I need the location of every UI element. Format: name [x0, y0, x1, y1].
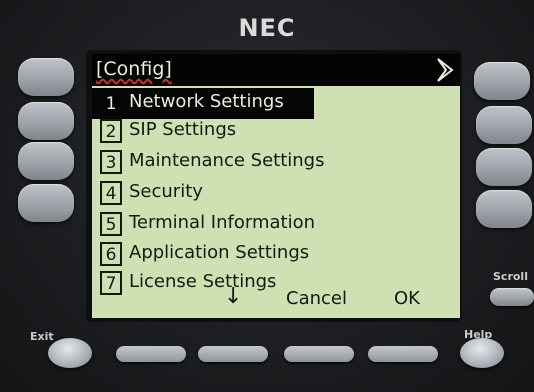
menu-item-number: 7 — [100, 271, 122, 295]
brand-logo: NEC — [238, 14, 296, 42]
scroll-button[interactable] — [490, 288, 534, 306]
screen-title: [Config] — [96, 58, 172, 80]
menu-item-number: 6 — [100, 242, 122, 266]
menu-item-number: 2 — [100, 119, 122, 143]
title-bar: [Config] — [92, 54, 460, 86]
left-side-key-2[interactable] — [18, 102, 74, 140]
help-button[interactable] — [460, 338, 504, 368]
menu-item-security[interactable]: 4 Security — [92, 178, 460, 209]
menu-item-number: 3 — [100, 150, 122, 174]
navigate-arrow-icon — [437, 58, 454, 82]
scroll-label: Scroll — [493, 270, 528, 283]
scroll-down-icon: ↓ — [224, 284, 243, 309]
menu-item-number: 1 — [100, 91, 122, 115]
left-side-key-4[interactable] — [18, 184, 74, 222]
menu-item-label: License Settings — [129, 271, 277, 292]
exit-button[interactable] — [48, 338, 92, 368]
menu-item-label: Application Settings — [129, 242, 310, 263]
softkey-button-2[interactable] — [198, 346, 268, 362]
right-side-key-1[interactable] — [474, 62, 530, 100]
exit-label: Exit — [30, 330, 54, 343]
menu-item-label: Security — [129, 181, 203, 202]
menu-item-label: Maintenance Settings — [129, 150, 325, 171]
softkey-button-4[interactable] — [368, 346, 438, 362]
menu-item-terminal-information[interactable]: 5 Terminal Information — [92, 209, 460, 240]
menu-item-number: 5 — [100, 212, 122, 236]
cancel-softkey[interactable]: Cancel — [286, 288, 347, 309]
softkey-button-1[interactable] — [116, 346, 186, 362]
menu-item-label: SIP Settings — [129, 119, 237, 140]
right-side-key-4[interactable] — [476, 190, 532, 228]
lcd-screen: [Config] 1 Network Settings 2 SIP Settin… — [92, 54, 460, 318]
right-side-key-2[interactable] — [476, 106, 532, 144]
left-side-key-1[interactable] — [18, 58, 74, 96]
menu-item-label: Terminal Information — [129, 212, 315, 233]
softkey-button-3[interactable] — [284, 346, 354, 362]
menu-item-sip-settings[interactable]: 2 SIP Settings — [92, 116, 460, 147]
right-side-key-3[interactable] — [476, 148, 532, 186]
menu-item-maintenance-settings[interactable]: 3 Maintenance Settings — [92, 147, 460, 178]
menu-item-application-settings[interactable]: 6 Application Settings — [92, 239, 460, 270]
left-side-key-3[interactable] — [18, 142, 74, 180]
menu-item-number: 4 — [100, 181, 122, 205]
menu-item-network-settings[interactable]: 1 Network Settings — [92, 88, 314, 119]
ok-softkey[interactable]: OK — [394, 288, 420, 309]
menu-item-label: Network Settings — [129, 91, 284, 112]
